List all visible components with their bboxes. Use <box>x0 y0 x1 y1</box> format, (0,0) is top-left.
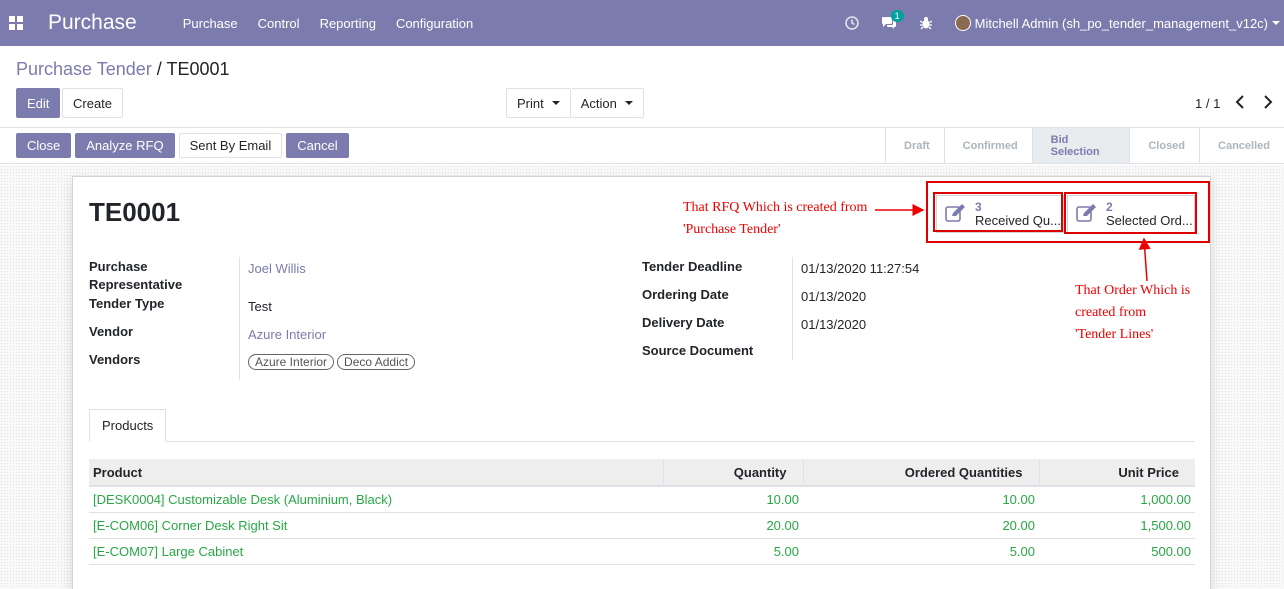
cancel-button[interactable]: Cancel <box>286 133 349 158</box>
tender-type-value: Test <box>248 299 272 314</box>
quantity-cell: 5.00 <box>663 538 803 565</box>
ordered-cell: 10.00 <box>803 486 1039 513</box>
purchase-rep-label: Purchase Representative <box>89 258 182 294</box>
column-ordered-quantities[interactable]: Ordered Quantities <box>803 459 1040 487</box>
annotation-arrows <box>875 204 1151 282</box>
top-navbar: Purchase Purchase Control Reporting Conf… <box>0 0 1284 46</box>
tab-products[interactable]: Products <box>89 409 167 442</box>
quantity-cell: 20.00 <box>663 512 803 539</box>
annotation-order-line-1: That Order Which is created from <box>1075 283 1191 320</box>
print-dropdown[interactable]: Print <box>506 88 571 118</box>
column-unit-price[interactable]: Unit Price <box>1039 459 1195 487</box>
annotation-order-text: That Order Which is created from 'Tender… <box>1075 280 1210 346</box>
ordering-date-value: 01/13/2020 <box>801 289 867 304</box>
pager-value[interactable]: 1 / 1 <box>1195 96 1220 111</box>
source-document-label: Source Document <box>642 343 754 358</box>
stage-confirmed[interactable]: Confirmed <box>943 128 1032 163</box>
stage-bar: Draft Confirmed Bid Selection Closed Can… <box>885 128 1284 163</box>
action-dropdown[interactable]: Action <box>570 88 644 118</box>
stage-draft[interactable]: Draft <box>885 128 944 163</box>
field-separator <box>792 257 793 360</box>
column-quantity[interactable]: Quantity <box>663 459 804 487</box>
price-cell: 1,000.00 <box>1039 486 1195 513</box>
analyze-rfq-button[interactable]: Analyze RFQ <box>75 133 175 158</box>
ordering-date-label: Ordering Date <box>642 287 729 302</box>
product-cell: [E-COM07] Large Cabinet <box>89 538 663 565</box>
price-cell: 500.00 <box>1039 538 1195 565</box>
tender-deadline-value: 01/13/2020 11:27:54 <box>801 261 920 276</box>
purchase-rep-value[interactable]: Joel Willis <box>248 260 306 278</box>
chevron-left-icon[interactable] <box>1235 95 1245 112</box>
vendor-tag[interactable]: Azure Interior <box>248 354 335 370</box>
menu-configuration[interactable]: Configuration <box>396 16 473 31</box>
delivery-date-value: 01/13/2020 <box>801 317 867 332</box>
form-sheet: TE0001 3 Received Qu... 2 Selected Ord..… <box>72 176 1211 589</box>
delivery-date-label: Delivery Date <box>642 315 725 330</box>
purchase-rep-label-line-2: Representative <box>89 277 183 292</box>
stage-cancelled[interactable]: Cancelled <box>1199 128 1284 163</box>
ordered-cell: 20.00 <box>803 512 1039 539</box>
chevron-down-icon[interactable] <box>1272 21 1280 25</box>
print-action-group: Print Action <box>506 88 644 118</box>
table-row[interactable]: [E-COM07] Large Cabinet 5.00 5.00 500.00 <box>89 538 1195 565</box>
print-label: Print <box>517 95 544 111</box>
messages-badge: 1 <box>890 10 904 22</box>
user-menu[interactable]: Mitchell Admin (sh_po_tender_management_… <box>975 16 1268 31</box>
annotation-order-line-2: 'Tender Lines' <box>1075 327 1154 342</box>
annotation-rfq-line-1: That RFQ Which is created from <box>683 200 868 215</box>
annotation-rfq-line-2: 'Purchase Tender' <box>683 222 781 237</box>
price-cell: 1,500.00 <box>1039 512 1195 539</box>
close-button[interactable]: Close <box>16 133 72 158</box>
action-label: Action <box>580 95 617 111</box>
product-cell: [E-COM06] Corner Desk Right Sit <box>89 512 663 539</box>
user-avatar[interactable] <box>954 15 971 31</box>
products-table: Product Quantity Ordered Quantities Unit… <box>89 459 1195 565</box>
stage-bid-selection[interactable]: Bid Selection <box>1031 128 1130 163</box>
tender-type-label: Tender Type <box>89 296 165 311</box>
apps-menu-icon[interactable] <box>0 0 32 46</box>
tab-bar <box>89 441 1195 442</box>
annotation-rfq-text: That RFQ Which is created from 'Purchase… <box>683 197 867 241</box>
menu-reporting[interactable]: Reporting <box>320 16 376 31</box>
caret-down-icon <box>624 101 633 105</box>
edit-button[interactable]: Edit <box>16 88 61 118</box>
stage-closed[interactable]: Closed <box>1129 128 1199 163</box>
breadcrumb-separator: / <box>151 59 167 79</box>
caret-down-icon <box>551 101 560 105</box>
vendor-value[interactable]: Azure Interior <box>248 326 326 344</box>
sent-by-email-button[interactable]: Sent By Email <box>178 133 283 158</box>
quantity-cell: 10.00 <box>663 486 803 513</box>
vendor-label: Vendor <box>89 324 134 339</box>
breadcrumb: Purchase Tender / TE0001 <box>16 59 230 80</box>
purchase-rep-label-line-1: Purchase <box>89 259 148 274</box>
breadcrumb-parent[interactable]: Purchase Tender <box>16 59 152 79</box>
column-product[interactable]: Product <box>89 459 664 487</box>
menu-control[interactable]: Control <box>258 16 300 31</box>
bug-icon[interactable] <box>919 16 933 30</box>
clock-icon[interactable] <box>844 16 859 30</box>
menu-purchase[interactable]: Purchase <box>183 16 238 31</box>
table-row[interactable]: [E-COM06] Corner Desk Right Sit 20.00 20… <box>89 512 1195 539</box>
ordered-cell: 5.00 <box>803 538 1039 565</box>
statusbar: Close Analyze RFQ Sent By Email Cancel D… <box>0 128 1284 164</box>
chevron-right-icon[interactable] <box>1263 95 1273 112</box>
app-brand[interactable]: Purchase <box>48 11 137 35</box>
vendors-label: Vendors <box>89 352 141 367</box>
tender-deadline-label: Tender Deadline <box>642 259 743 274</box>
chat-icon[interactable]: 1 <box>881 10 904 30</box>
vendor-tag[interactable]: Deco Addict <box>337 354 416 370</box>
product-cell: [DESK0004] Customizable Desk (Aluminium,… <box>89 486 663 513</box>
breadcrumb-current: TE0001 <box>166 59 230 79</box>
vendors-tags: Azure Interior Deco Addict <box>248 353 418 371</box>
field-separator <box>239 257 240 380</box>
create-button[interactable]: Create <box>62 88 124 118</box>
table-row[interactable]: [DESK0004] Customizable Desk (Aluminium,… <box>89 486 1195 513</box>
